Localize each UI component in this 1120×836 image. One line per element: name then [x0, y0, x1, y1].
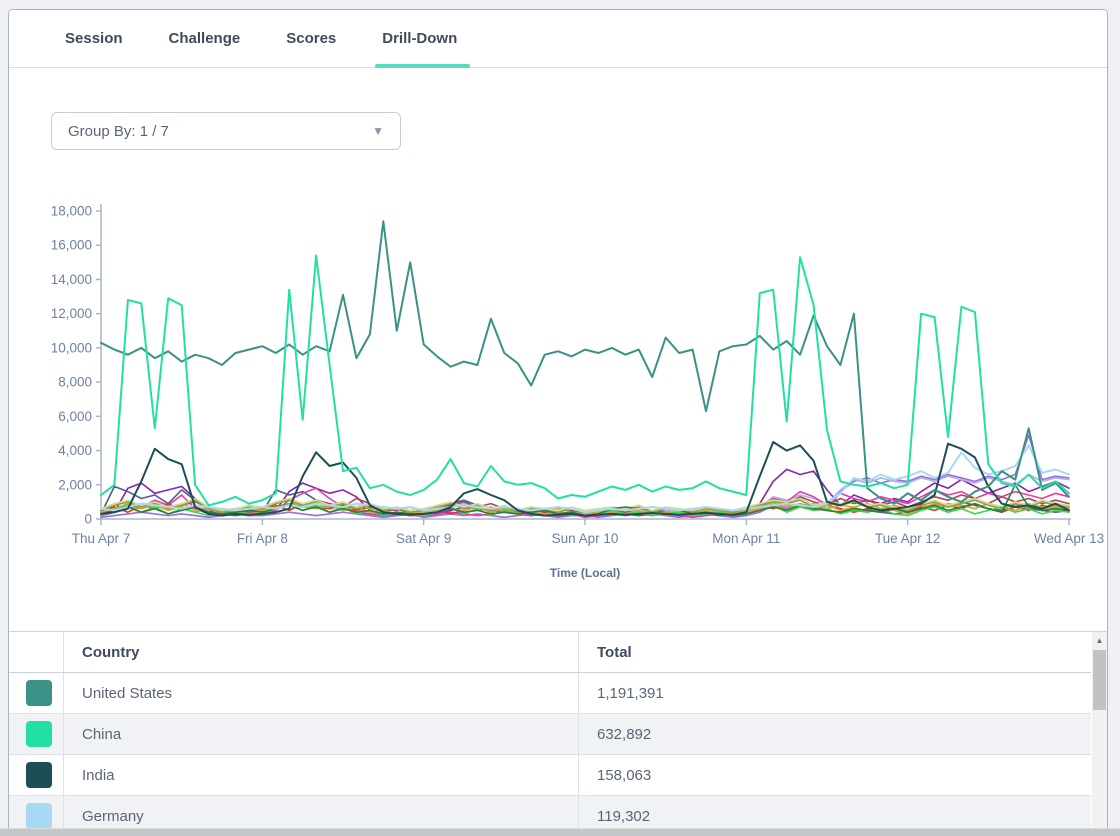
series-color-cell — [9, 714, 64, 754]
y-tick-label: 0 — [84, 512, 92, 527]
y-tick-label: 14,000 — [51, 272, 92, 287]
chart-series — [101, 221, 1069, 517]
horizontal-scrollbar[interactable] — [0, 828, 1120, 836]
x-tick-label: Sun Apr 10 — [552, 531, 619, 546]
vertical-scrollbar[interactable]: ▲ — [1092, 632, 1107, 835]
x-tick-label: Fri Apr 8 — [237, 531, 288, 546]
series-china — [101, 256, 1069, 506]
country-table-body: CountryTotalUnited States1,191,391China6… — [9, 632, 1107, 836]
y-tick-label: 6,000 — [58, 409, 92, 424]
y-tick-label: 8,000 — [58, 375, 92, 390]
y-tick-label: 12,000 — [51, 306, 92, 321]
x-tick-label: Sat Apr 9 — [396, 531, 452, 546]
scrollbar-thumb[interactable] — [1093, 650, 1106, 710]
swatch-column-header — [9, 632, 64, 672]
x-tick-label: Tue Apr 12 — [875, 531, 941, 546]
country-table: CountryTotalUnited States1,191,391China6… — [9, 631, 1107, 835]
dashboard-card: Session Challenge Scores Drill-Down Group B… — [8, 9, 1108, 836]
table-row: United States1,191,391 — [9, 673, 1091, 714]
y-tick-label: 4,000 — [58, 443, 92, 458]
total-cell: 1,191,391 — [579, 673, 1091, 713]
total-column-header: Total — [579, 632, 1091, 672]
chevron-down-icon: ▼ — [372, 125, 384, 137]
series-color-swatch — [26, 680, 52, 706]
time-series-chart: 0 2,000 4,000 6,000 8,000 10,000 12,000 14,000 1… — [9, 196, 1108, 596]
x-axis-title: Time (Local) — [550, 566, 620, 580]
scroll-up-arrow-icon: ▲ — [1096, 636, 1104, 645]
table-row: China632,892 — [9, 714, 1091, 755]
y-tick-label: 16,000 — [51, 238, 92, 253]
scroll-up-button[interactable]: ▲ — [1092, 632, 1107, 648]
x-tick-label: Wed Apr 13 — [1034, 531, 1104, 546]
country-cell: China — [64, 714, 579, 754]
series-color-swatch — [26, 803, 52, 829]
group-by-dropdown[interactable]: Group By: 1 / 7 ▼ — [51, 112, 401, 150]
total-cell: 632,892 — [579, 714, 1091, 754]
tab-bar: Session Challenge Scores Drill-Down — [9, 10, 1107, 68]
series-color-swatch — [26, 762, 52, 788]
total-cell: 158,063 — [579, 755, 1091, 795]
tab-session[interactable]: Session — [62, 10, 126, 67]
series-united-states — [101, 221, 1069, 503]
y-tick-label: 2,000 — [58, 477, 92, 492]
y-tick-label: 18,000 — [51, 204, 92, 219]
x-tick-label: Mon Apr 11 — [712, 531, 780, 546]
series-color-cell — [9, 755, 64, 795]
tab-challenge[interactable]: Challenge — [166, 10, 244, 67]
series-color-swatch — [26, 721, 52, 747]
country-cell: India — [64, 755, 579, 795]
tab-drill-down[interactable]: Drill-Down — [379, 10, 460, 67]
group-by-label: Group By: 1 / 7 — [68, 123, 169, 140]
country-cell: United States — [64, 673, 579, 713]
tab-scores[interactable]: Scores — [283, 10, 339, 67]
line-chart-canvas: 0 2,000 4,000 6,000 8,000 10,000 12,000 14,000 1… — [9, 196, 1108, 596]
x-tick-label: Thu Apr 7 — [72, 531, 131, 546]
country-column-header: Country — [64, 632, 579, 672]
table-row: India158,063 — [9, 755, 1091, 796]
y-tick-label: 10,000 — [51, 340, 92, 355]
series-color-cell — [9, 673, 64, 713]
table-header-row: CountryTotal — [9, 632, 1091, 673]
